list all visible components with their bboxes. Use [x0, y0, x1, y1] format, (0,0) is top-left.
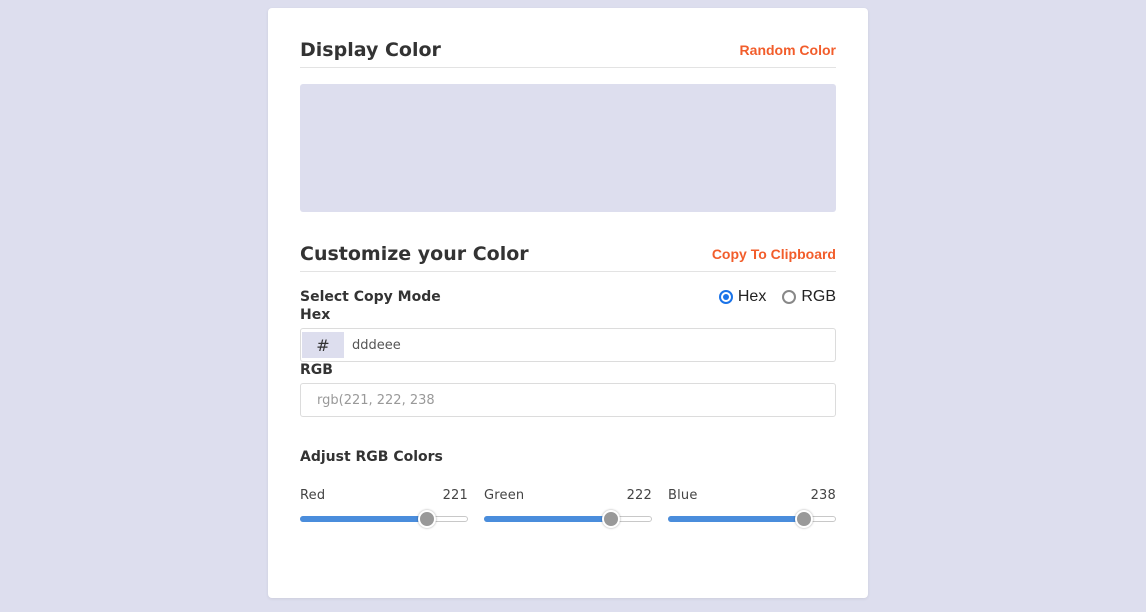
hex-label: Hex — [300, 307, 331, 323]
rgb-input[interactable] — [301, 384, 835, 416]
radio-rgb-label: RGB — [801, 288, 836, 305]
copy-mode-label: Select Copy Mode — [300, 289, 441, 305]
hex-input-group: # — [300, 328, 836, 362]
green-slider-fill — [484, 516, 610, 522]
green-slider-thumb[interactable] — [602, 510, 620, 528]
copy-to-clipboard-button[interactable]: Copy To Clipboard — [712, 246, 836, 262]
radio-rgb[interactable]: RGB — [782, 288, 836, 306]
radio-button-rgb[interactable] — [782, 290, 797, 304]
adjust-rgb-title: Adjust RGB Colors — [300, 449, 443, 465]
red-slider-thumb[interactable] — [418, 510, 436, 528]
copy-mode-radio-group: Hex RGB — [703, 288, 836, 306]
red-slider-label: Red — [300, 488, 326, 503]
red-slider-track[interactable] — [300, 510, 468, 528]
green-slider: Green 222 — [484, 488, 652, 528]
blue-slider-track[interactable] — [668, 510, 836, 528]
color-picker-card: Display Color Random Color Customize you… — [268, 8, 868, 598]
customize-color-title: Customize your Color — [300, 243, 529, 265]
red-slider-fill — [300, 516, 426, 522]
radio-hex-label: Hex — [737, 288, 767, 305]
rgb-input-group — [300, 383, 836, 417]
random-color-button[interactable]: Random Color — [740, 42, 836, 58]
blue-slider-thumb[interactable] — [795, 510, 813, 528]
red-slider-value: 221 — [442, 488, 468, 503]
hash-prefix: # — [302, 332, 344, 358]
green-slider-value: 222 — [626, 488, 652, 503]
green-slider-track[interactable] — [484, 510, 652, 528]
display-color-header: Display Color Random Color — [300, 36, 836, 68]
radio-button-hex[interactable] — [718, 290, 733, 304]
radio-hex[interactable]: Hex — [718, 288, 767, 306]
color-preview — [300, 84, 836, 212]
red-slider: Red 221 — [300, 488, 468, 528]
display-color-title: Display Color — [300, 39, 441, 61]
blue-slider-value: 238 — [810, 488, 836, 503]
blue-slider-fill — [668, 516, 803, 522]
customize-color-header: Customize your Color Copy To Clipboard — [300, 240, 836, 272]
rgb-label: RGB — [300, 362, 333, 378]
hex-input[interactable] — [344, 329, 835, 361]
blue-slider: Blue 238 — [668, 488, 836, 528]
green-slider-label: Green — [484, 488, 525, 503]
blue-slider-label: Blue — [668, 488, 698, 503]
